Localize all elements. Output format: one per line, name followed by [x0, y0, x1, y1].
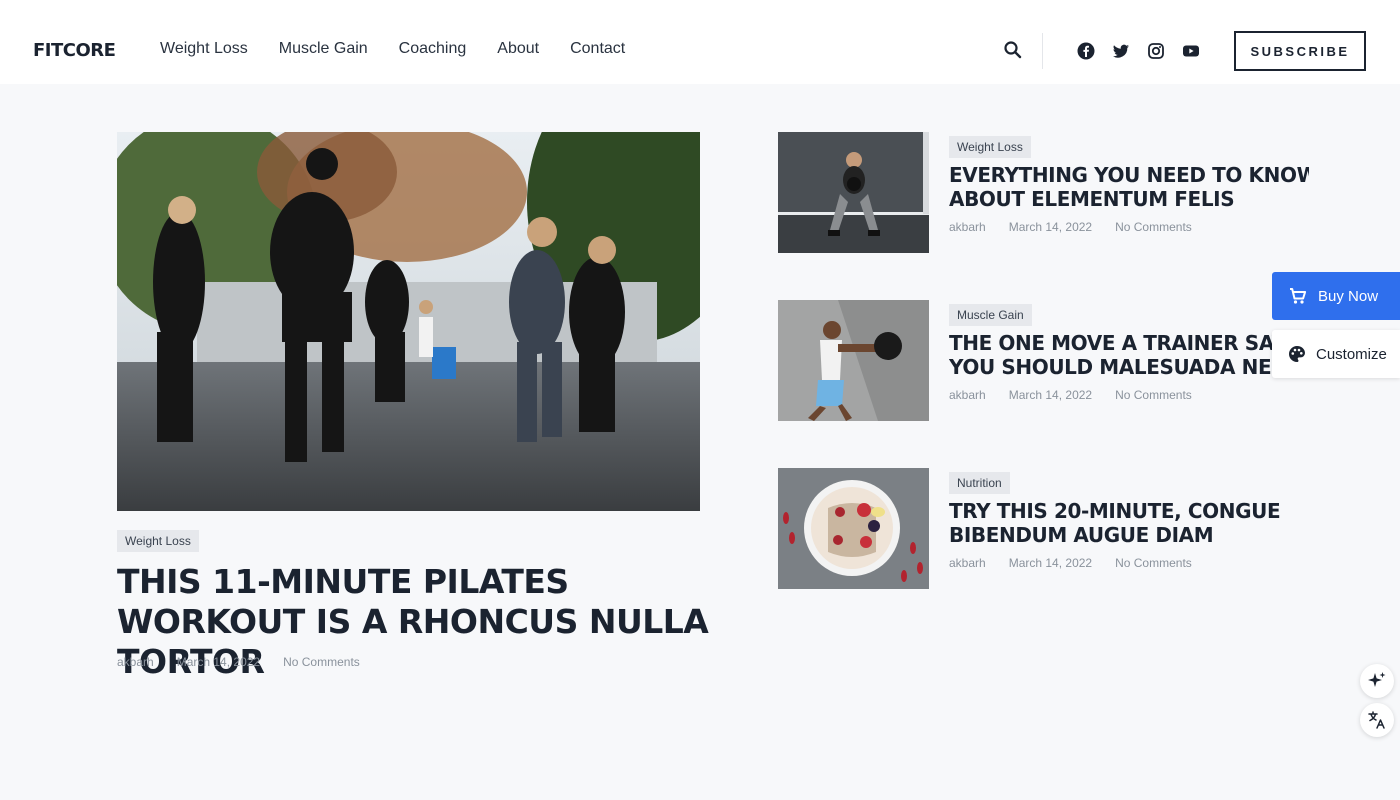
- post-date[interactable]: March 14, 2022: [1009, 220, 1092, 234]
- post-comments[interactable]: No Comments: [1115, 556, 1192, 570]
- post-date[interactable]: March 14, 2022: [1009, 388, 1092, 402]
- featured-post-meta: akbarh March 14, 2022 No Comments: [117, 655, 360, 669]
- featured-post-image[interactable]: [117, 132, 700, 511]
- post-thumbnail-kettlebell[interactable]: [778, 132, 929, 253]
- youtube-icon[interactable]: [1182, 42, 1200, 60]
- group-workout-photo: [117, 132, 700, 511]
- translate-icon: [1368, 711, 1385, 729]
- post-thumbnail-smoothie-bowl[interactable]: [778, 468, 929, 589]
- twitter-icon[interactable]: [1112, 42, 1130, 60]
- translate-button[interactable]: [1360, 703, 1394, 737]
- post-date[interactable]: March 14, 2022: [1009, 556, 1092, 570]
- post-comments[interactable]: No Comments: [1115, 220, 1192, 234]
- nav-item-coaching[interactable]: Coaching: [399, 40, 467, 58]
- instagram-icon[interactable]: [1147, 42, 1165, 60]
- customize-button[interactable]: Customize: [1272, 330, 1400, 378]
- post-thumbnail-medicine-ball[interactable]: [778, 300, 929, 421]
- post-comments[interactable]: No Comments: [283, 655, 360, 669]
- post-title-line: BIBENDUM AUGUE DIAM: [949, 523, 1214, 547]
- header-divider: [1042, 33, 1043, 69]
- post-meta: akbarh March 14, 2022 No Comments: [949, 388, 1192, 402]
- sparkle-icon: [1368, 672, 1386, 687]
- post-title-line: THE ONE MOVE A TRAINER SAYS: [949, 331, 1272, 355]
- post-author[interactable]: akbarh: [949, 556, 986, 570]
- subscribe-button[interactable]: SUBSCRIBE: [1234, 31, 1366, 71]
- post-tag[interactable]: Weight Loss: [949, 136, 1031, 158]
- post-meta: akbarh March 14, 2022 No Comments: [949, 556, 1192, 570]
- post-title[interactable]: TRY THIS 20-MINUTE, CONGUE BIBENDUM AUGU…: [949, 499, 1309, 547]
- post-author[interactable]: akbarh: [117, 655, 154, 669]
- post-author[interactable]: akbarh: [949, 388, 986, 402]
- main-nav: Weight Loss Muscle Gain Coaching About C…: [160, 40, 625, 58]
- smoothie-bowl-photo: [778, 468, 929, 589]
- nav-item-weight-loss[interactable]: Weight Loss: [160, 40, 248, 58]
- featured-post-tag[interactable]: Weight Loss: [117, 530, 199, 552]
- post-tag[interactable]: Muscle Gain: [949, 304, 1032, 326]
- post-title-line: TRY THIS 20-MINUTE, CONGUE: [949, 499, 1281, 523]
- buy-now-button[interactable]: Buy Now: [1272, 272, 1400, 320]
- post-author[interactable]: akbarh: [949, 220, 986, 234]
- kettlebell-squat-photo: [778, 132, 929, 253]
- cart-icon: [1290, 288, 1307, 304]
- post-title[interactable]: EVERYTHING YOU NEED TO KNOW ABOUT ELEMEN…: [949, 163, 1309, 211]
- buy-now-label: Buy Now: [1318, 287, 1379, 305]
- search-icon[interactable]: [1003, 40, 1023, 60]
- post-comments[interactable]: No Comments: [1115, 388, 1192, 402]
- customize-label: Customize: [1316, 345, 1387, 363]
- nav-item-about[interactable]: About: [497, 40, 539, 58]
- post-date[interactable]: March 14, 2022: [177, 655, 260, 669]
- medicine-ball-photo: [778, 300, 929, 421]
- facebook-icon[interactable]: [1077, 42, 1095, 60]
- post-title-line: EVERYTHING YOU NEED TO KNOW: [949, 163, 1309, 187]
- site-header: FITCORE Weight Loss Muscle Gain Coaching…: [0, 0, 1400, 84]
- post-meta: akbarh March 14, 2022 No Comments: [949, 220, 1192, 234]
- post-title-line: YOU SHOULD MALESUADA NEQUE: [949, 355, 1272, 379]
- nav-item-contact[interactable]: Contact: [570, 40, 625, 58]
- palette-icon: [1289, 346, 1305, 362]
- post-title-line: ABOUT ELEMENTUM FELIS: [949, 187, 1235, 211]
- post-tag[interactable]: Nutrition: [949, 472, 1010, 494]
- ai-assistant-button[interactable]: [1360, 664, 1394, 698]
- nav-item-muscle-gain[interactable]: Muscle Gain: [279, 40, 368, 58]
- post-title[interactable]: THE ONE MOVE A TRAINER SAYS YOU SHOULD M…: [949, 331, 1272, 379]
- site-logo[interactable]: FITCORE: [33, 40, 116, 61]
